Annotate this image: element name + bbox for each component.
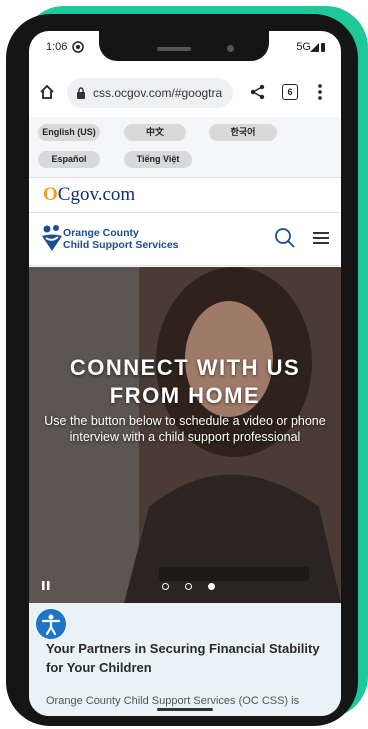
brand-name[interactable]: Orange County Child Support Services — [63, 227, 179, 251]
search-icon[interactable] — [274, 227, 296, 249]
more-menu-icon[interactable] — [317, 83, 323, 101]
status-time: 1:06 — [46, 41, 68, 53]
ocgov-logo-bar: OCgov.com — [29, 178, 341, 213]
lock-icon — [77, 87, 85, 99]
carousel-dot-3[interactable] — [208, 583, 215, 590]
hero-title-line2: FROM HOME — [109, 383, 261, 408]
brand-line1: Orange County — [63, 227, 139, 239]
home-icon[interactable] — [39, 84, 55, 100]
language-selector: English (US) 中文 한국어 Español Tiếng Việt — [29, 117, 341, 178]
hamburger-menu-icon[interactable] — [313, 231, 329, 245]
hero-title-line1: CONNECT WITH US — [69, 355, 301, 380]
carousel-dot-2[interactable] — [185, 583, 192, 590]
language-spanish[interactable]: Español — [38, 151, 100, 168]
browser-toolbar: css.ocgov.com/#googtra 6 — [29, 71, 341, 115]
ocgov-logo-text: gov.com — [70, 184, 136, 205]
site-header: Orange County Child Support Services — [29, 213, 341, 266]
front-camera — [227, 45, 234, 52]
language-vietnamese[interactable]: Tiếng Việt — [124, 151, 192, 168]
address-bar[interactable]: css.ocgov.com/#googtra — [67, 78, 233, 108]
phone-screen: 1:06 5G css.ocgov.com/#googtra 6 English… — [29, 31, 341, 716]
side-button — [6, 112, 12, 138]
brand-line2: Child Support Services — [63, 239, 179, 251]
section-title: Your Partners in Securing Financial Stab… — [46, 641, 320, 675]
volume-down-button — [6, 229, 12, 281]
camera-notch — [99, 31, 269, 61]
volume-up-button — [6, 164, 12, 216]
url-text: css.ocgov.com/#googtra — [93, 86, 223, 100]
signal-battery-icon — [310, 43, 325, 52]
notification-icon — [72, 41, 84, 53]
pause-icon[interactable] — [42, 581, 50, 590]
intro-section: Your Partners in Securing Financial Stab… — [29, 603, 341, 716]
section-body: Orange County Child Support Services (OC… — [46, 695, 300, 707]
tabs-button[interactable]: 6 — [282, 84, 298, 100]
speaker-grille — [157, 47, 191, 51]
language-chinese[interactable]: 中文 — [124, 124, 186, 141]
css-logo-icon[interactable] — [41, 224, 63, 252]
language-english[interactable]: English (US) — [38, 124, 100, 141]
hero-subtitle: Use the button below to schedule a video… — [44, 414, 326, 444]
ocgov-logo[interactable]: OCgov.com — [43, 184, 135, 206]
share-icon[interactable] — [250, 84, 266, 100]
language-korean[interactable]: 한국어 — [209, 124, 277, 141]
hero-carousel[interactable]: CONNECT WITH US FROM HOME Use the button… — [29, 267, 341, 603]
accessibility-icon[interactable] — [36, 609, 66, 639]
home-indicator — [157, 708, 213, 711]
carousel-dot-1[interactable] — [162, 583, 169, 590]
network-label: 5G — [296, 41, 311, 53]
